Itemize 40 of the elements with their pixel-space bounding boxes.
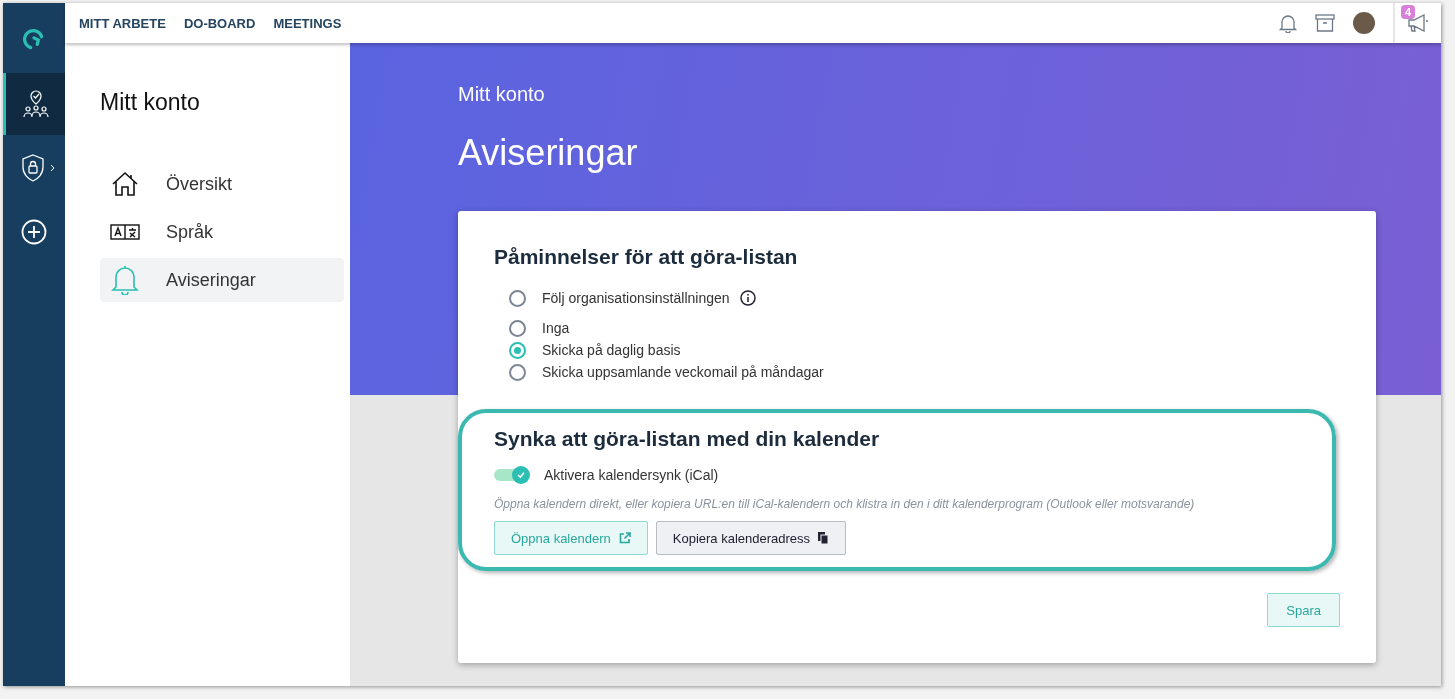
sidebar-item[interactable]: Aviseringar xyxy=(100,258,344,302)
bell-icon[interactable] xyxy=(1279,13,1297,33)
radio-button[interactable] xyxy=(509,289,526,307)
nav-link[interactable]: MITT ARBETE xyxy=(79,15,166,31)
sidebar-item[interactable]: Språk xyxy=(100,210,344,254)
breadcrumb: Mitt konto xyxy=(458,83,546,106)
copy-address-button[interactable]: Kopiera kalenderadress xyxy=(655,521,847,555)
hint-text: Öppna kalendern direkt, eller kopiera URL:en till iCal-kalendern och klistra in den i ditt kalenderprogram (Outlook eller motsvarande) xyxy=(494,497,1196,511)
megaphone-icon xyxy=(1407,14,1429,32)
page-title: Aviseringar xyxy=(458,132,639,174)
avatar[interactable] xyxy=(1353,12,1375,34)
info-icon[interactable] xyxy=(739,290,756,306)
shield-lock-icon xyxy=(21,154,45,182)
section-title: Påminnelser för att göra-listan xyxy=(494,245,799,269)
home-icon xyxy=(111,171,139,197)
add-icon xyxy=(21,219,47,245)
nav-link[interactable]: DO-BOARD xyxy=(183,15,256,31)
radio-button[interactable] xyxy=(509,363,526,381)
toggle-label: Aktivera kalendersynk (iCal) xyxy=(544,467,719,483)
external-link-icon xyxy=(618,532,631,544)
radio-button[interactable] xyxy=(509,341,526,359)
radio-button[interactable] xyxy=(509,319,526,337)
language-icon xyxy=(110,224,140,240)
copy-icon xyxy=(818,532,830,544)
option-label: Skicka på daglig basis xyxy=(542,342,681,358)
toggle-switch[interactable] xyxy=(494,469,528,481)
option-label: Följ organisationsinställningen xyxy=(542,290,730,306)
option-label: Inga xyxy=(542,320,570,336)
archive-icon[interactable] xyxy=(1315,14,1335,32)
sidebar-item[interactable]: Översikt xyxy=(100,162,344,206)
sidebar-title: Mitt konto xyxy=(100,89,201,116)
team-icon xyxy=(22,89,49,119)
nav-link[interactable]: MEETINGS xyxy=(273,15,342,31)
section-title: Synka att göra-listan med din kalender xyxy=(494,427,881,451)
option-label: Skicka uppsamlande veckomail på måndagar xyxy=(542,364,824,380)
rail-item[interactable] xyxy=(3,73,65,135)
bell-icon xyxy=(111,265,139,295)
check-icon xyxy=(516,470,526,480)
count-badge: 4 xyxy=(1401,5,1416,19)
chevron-right-icon xyxy=(50,164,55,172)
